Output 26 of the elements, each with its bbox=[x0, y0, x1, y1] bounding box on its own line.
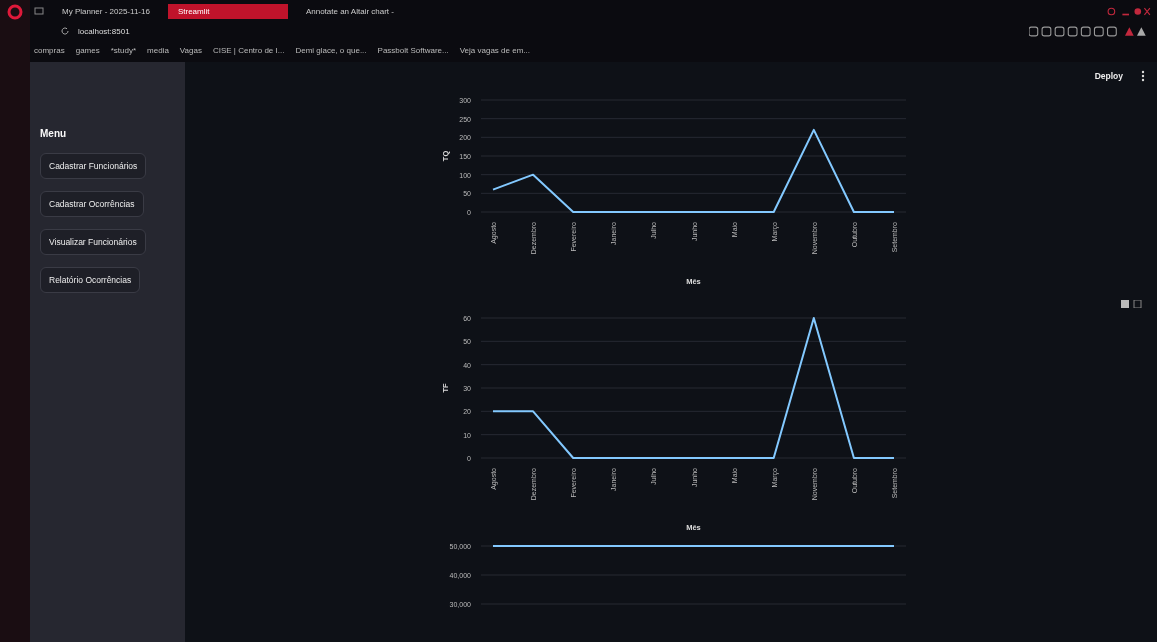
bookmark[interactable]: Passbolt Software... bbox=[377, 45, 449, 55]
browser-tab[interactable]: My Planner - 2025-11-16 bbox=[52, 3, 160, 19]
menu-button[interactable]: Cadastrar Funcionários bbox=[40, 153, 147, 179]
extension-icons-drawing[interactable] bbox=[1029, 25, 1149, 37]
tab-grid-icon[interactable] bbox=[34, 6, 44, 16]
deploy-button[interactable]: Deploy bbox=[1090, 69, 1127, 83]
bookmark[interactable]: Veja vagas de em... bbox=[459, 45, 530, 55]
more-icon[interactable] bbox=[1141, 70, 1145, 82]
bookmark[interactable]: Demi glace, o que... bbox=[295, 45, 367, 55]
bookmark[interactable]: games bbox=[75, 45, 100, 55]
opera-logo-icon[interactable] bbox=[7, 4, 23, 20]
menu-title: Menu bbox=[40, 128, 67, 139]
menu-button[interactable]: Cadastrar Ocorrências bbox=[40, 191, 144, 217]
chart-toolbar-icon[interactable] bbox=[1121, 300, 1143, 308]
menu-button[interactable]: Relatório Ocorrências bbox=[40, 267, 141, 293]
browser-tab[interactable]: Annotate an Altair chart - bbox=[295, 3, 404, 19]
bookmark[interactable]: Vagas bbox=[179, 45, 202, 55]
bookmark[interactable]: CISE | Centro de I... bbox=[212, 45, 285, 55]
address-field[interactable]: localhost:8501 bbox=[78, 26, 130, 36]
window-controls-icon[interactable] bbox=[1107, 5, 1151, 17]
bookmark[interactable]: *study* bbox=[110, 45, 137, 55]
bookmark[interactable]: media bbox=[147, 45, 169, 55]
reload-icon[interactable] bbox=[60, 26, 70, 36]
browser-tab[interactable]: Streamlit bbox=[167, 3, 288, 19]
menu-button[interactable]: Visualizar Funcionários bbox=[40, 229, 146, 255]
bookmark[interactable]: compras bbox=[34, 45, 65, 55]
